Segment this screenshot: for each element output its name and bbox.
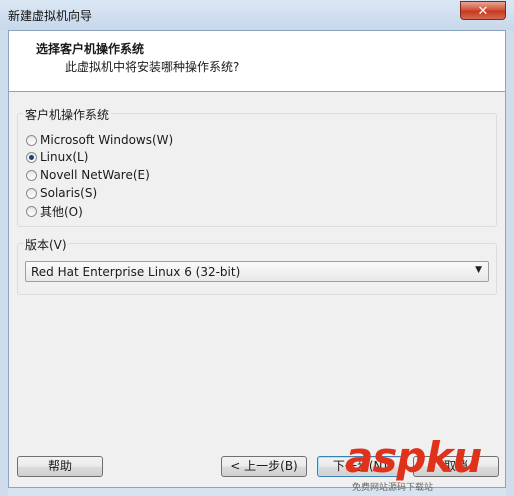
wizard-content: 选择客户机操作系统 此虚拟机中将安装哪种操作系统? 客户机操作系统 Micros… (8, 30, 506, 488)
os-option-linux[interactable]: Linux(L) (26, 149, 88, 165)
os-option-label: 其他(O) (40, 204, 83, 219)
help-button[interactable]: 帮助 (17, 456, 103, 477)
window-title: 新建虚拟机向导 (8, 9, 93, 23)
os-option-label: Linux(L) (40, 150, 89, 164)
window-frame-left (0, 30, 8, 496)
page-title: 选择客户机操作系统 (36, 42, 145, 56)
chevron-down-icon[interactable]: ▼ (475, 265, 482, 275)
radio-unchecked-icon[interactable] (26, 205, 37, 217)
os-option-netware[interactable]: Novell NetWare(E) (26, 167, 150, 183)
os-option-label: Microsoft Windows(W) (40, 133, 174, 147)
os-group-label: 客户机操作系统 (23, 106, 112, 123)
os-option-windows[interactable]: Microsoft Windows(W) (26, 132, 173, 148)
wizard-header: 选择客户机操作系统 此虚拟机中将安装哪种操作系统? (9, 31, 505, 92)
watermark-caption: 免费网站源码下载站 (352, 483, 434, 493)
os-option-label: Solaris(S) (40, 186, 98, 200)
version-group-label: 版本(V) (23, 236, 69, 253)
window-frame-right (506, 30, 514, 496)
close-icon: ✕ (477, 4, 489, 19)
radio-unchecked-icon[interactable] (26, 169, 37, 181)
watermark-logo: aspku (345, 433, 482, 482)
os-option-label: Novell NetWare(E) (40, 168, 150, 182)
radio-checked-icon[interactable] (26, 151, 37, 163)
back-button[interactable]: < 上一步(B) (221, 456, 307, 477)
radio-unchecked-icon[interactable] (26, 134, 37, 146)
page-subtitle: 此虚拟机中将安装哪种操作系统? (65, 60, 240, 74)
title-bar: 新建虚拟机向导 ✕ (0, 0, 514, 30)
version-selected-value: Red Hat Enterprise Linux 6 (32-bit) (31, 265, 241, 279)
version-dropdown[interactable]: Red Hat Enterprise Linux 6 (32-bit) ▼ (25, 261, 489, 282)
radio-unchecked-icon[interactable] (26, 187, 37, 199)
os-option-solaris[interactable]: Solaris(S) (26, 185, 97, 201)
close-button[interactable]: ✕ (460, 1, 506, 20)
os-option-other[interactable]: 其他(O) (26, 203, 83, 219)
